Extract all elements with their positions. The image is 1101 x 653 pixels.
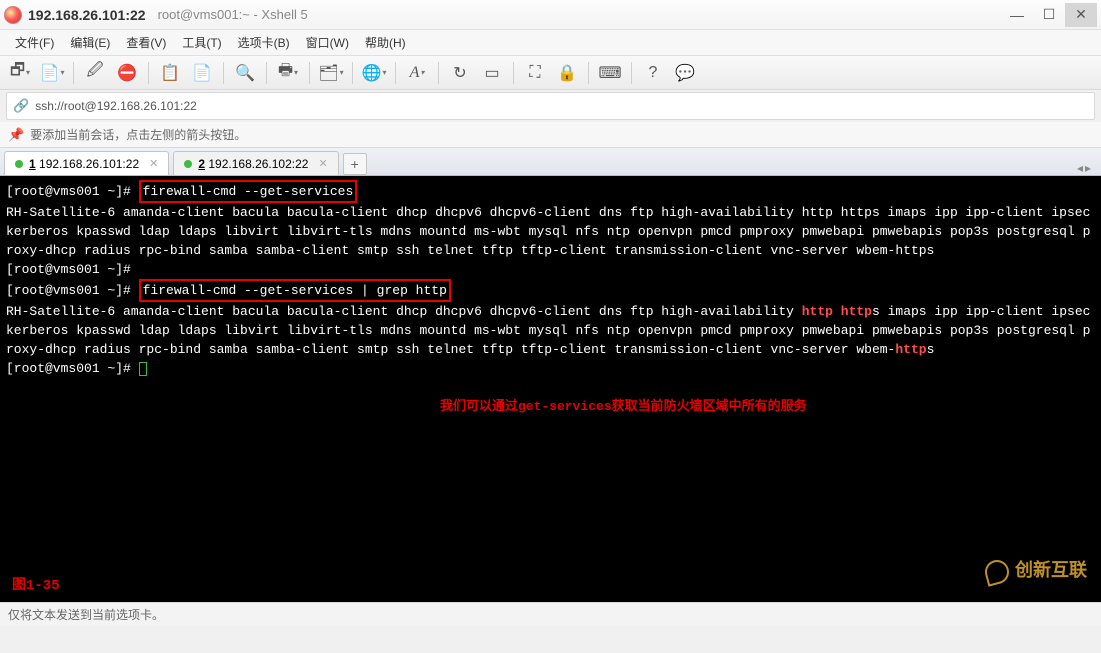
lock-icon[interactable]: 🔒: [553, 60, 581, 86]
pin-icon[interactable]: 📌: [8, 127, 24, 143]
tab-nav-right-icon[interactable]: ▸: [1085, 161, 1091, 175]
window-buttons: — ☐ ✕: [1001, 3, 1097, 27]
separator: [588, 62, 589, 84]
prompt: [root@vms001 ~]#: [6, 262, 139, 277]
highlighted-cmd-2: firewall-cmd --get-services | grep http: [139, 279, 451, 302]
tab-2-close-icon[interactable]: ✕: [318, 157, 327, 170]
open-session-icon[interactable]: 📄▾: [38, 60, 66, 86]
font-icon[interactable]: A▾: [403, 60, 431, 86]
address-text: ssh://root@192.168.26.101:22: [35, 99, 197, 113]
separator: [266, 62, 267, 84]
refresh-icon[interactable]: ↻: [446, 60, 474, 86]
paste-icon[interactable]: 📄: [188, 60, 216, 86]
watermark-icon: [982, 557, 1011, 586]
reconnect-icon[interactable]: 🖉: [81, 60, 109, 86]
separator: [73, 62, 74, 84]
grep-match: http: [841, 304, 872, 319]
watermark-text: 创新互联: [1015, 563, 1087, 582]
status-dot-icon: [184, 160, 192, 168]
find-icon[interactable]: 🔍: [231, 60, 259, 86]
separator: [148, 62, 149, 84]
menu-tools[interactable]: 工具(T): [175, 31, 228, 54]
keyboard-icon[interactable]: ⌨: [596, 60, 624, 86]
title-sub: root@vms001:~ - Xshell 5: [158, 7, 308, 22]
title-ip: 192.168.26.101:22: [28, 7, 146, 23]
new-session-icon[interactable]: 🗗▾: [6, 60, 34, 86]
menu-file[interactable]: 文件(F): [8, 31, 61, 54]
separator: [395, 62, 396, 84]
close-button[interactable]: ✕: [1065, 3, 1097, 27]
properties-icon[interactable]: 🗂▾: [317, 60, 345, 86]
status-bar: 仅将文本发送到当前选项卡。: [0, 602, 1101, 626]
tab-row: 1 192.168.26.101:22 ✕ 2 192.168.26.102:2…: [0, 148, 1101, 176]
print-icon[interactable]: 🖶▾: [274, 60, 302, 86]
hint-text: 要添加当前会话，点击左侧的箭头按钮。: [30, 126, 246, 143]
minimize-button[interactable]: —: [1001, 3, 1033, 27]
annotation-text: 我们可以通过get-services获取当前防火墙区域中所有的服务: [440, 397, 807, 416]
prompt: [root@vms001 ~]#: [6, 361, 139, 376]
menu-help[interactable]: 帮助(H): [358, 31, 413, 54]
prompt: [root@vms001 ~]#: [6, 184, 139, 199]
maximize-button[interactable]: ☐: [1033, 3, 1065, 27]
watermark: 创新互联: [985, 560, 1087, 584]
grep-match: http: [802, 304, 833, 319]
menubar: 文件(F) 编辑(E) 查看(V) 工具(T) 选项卡(B) 窗口(W) 帮助(…: [0, 30, 1101, 56]
app-icon: [4, 6, 22, 24]
chat-icon[interactable]: 💬: [671, 60, 699, 86]
grep-match: http: [895, 342, 926, 357]
menu-edit[interactable]: 编辑(E): [63, 31, 117, 54]
prompt: [root@vms001 ~]#: [6, 283, 139, 298]
tab-1-num: 1: [29, 157, 36, 171]
menu-window[interactable]: 窗口(W): [299, 31, 356, 54]
address-bar[interactable]: 🔗 ssh://root@192.168.26.101:22: [6, 92, 1095, 120]
output-1: RH-Satellite-6 amanda-client bacula bacu…: [6, 203, 1095, 260]
figure-label: 图1-35: [12, 577, 60, 596]
highlighted-cmd-1: firewall-cmd --get-services: [139, 180, 358, 203]
fullscreen-icon[interactable]: ⛶: [521, 60, 549, 86]
separator: [438, 62, 439, 84]
separator: [352, 62, 353, 84]
menu-tabs[interactable]: 选项卡(B): [231, 31, 297, 54]
tab-nav: ◂ ▸: [1077, 161, 1097, 175]
separator: [309, 62, 310, 84]
tab-1-label: 192.168.26.101:22: [36, 157, 139, 171]
tab-2-label: 192.168.26.102:22: [205, 157, 308, 171]
hint-bar: 📌 要添加当前会话，点击左侧的箭头按钮。: [0, 122, 1101, 148]
tab-1-close-icon[interactable]: ✕: [149, 157, 158, 170]
copy-icon[interactable]: 📋: [156, 60, 184, 86]
output-2: RH-Satellite-6 amanda-client bacula bacu…: [6, 302, 1095, 359]
separator: [513, 62, 514, 84]
status-text: 仅将文本发送到当前选项卡。: [8, 606, 164, 623]
tab-2[interactable]: 2 192.168.26.102:22 ✕: [173, 151, 338, 175]
terminal[interactable]: [root@vms001 ~]# firewall-cmd --get-serv…: [0, 176, 1101, 602]
menu-view[interactable]: 查看(V): [119, 31, 173, 54]
separator: [223, 62, 224, 84]
link-icon: 🔗: [13, 98, 29, 114]
terminal-icon[interactable]: ▭: [478, 60, 506, 86]
status-dot-icon: [15, 160, 23, 168]
separator: [631, 62, 632, 84]
tab-add-button[interactable]: +: [343, 153, 367, 175]
globe-icon[interactable]: 🌐▾: [360, 60, 388, 86]
toolbar: 🗗▾ 📄▾ 🖉 ⛔ 📋 📄 🔍 🖶▾ 🗂▾ 🌐▾ A▾ ↻ ▭ ⛶ 🔒 ⌨ ? …: [0, 56, 1101, 90]
titlebar: 192.168.26.101:22 root@vms001:~ - Xshell…: [0, 0, 1101, 30]
help-icon[interactable]: ?: [639, 60, 667, 86]
tab-nav-left-icon[interactable]: ◂: [1077, 161, 1083, 175]
cursor-icon: [139, 362, 147, 376]
disconnect-icon[interactable]: ⛔: [113, 60, 141, 86]
tab-1[interactable]: 1 192.168.26.101:22 ✕: [4, 151, 169, 175]
